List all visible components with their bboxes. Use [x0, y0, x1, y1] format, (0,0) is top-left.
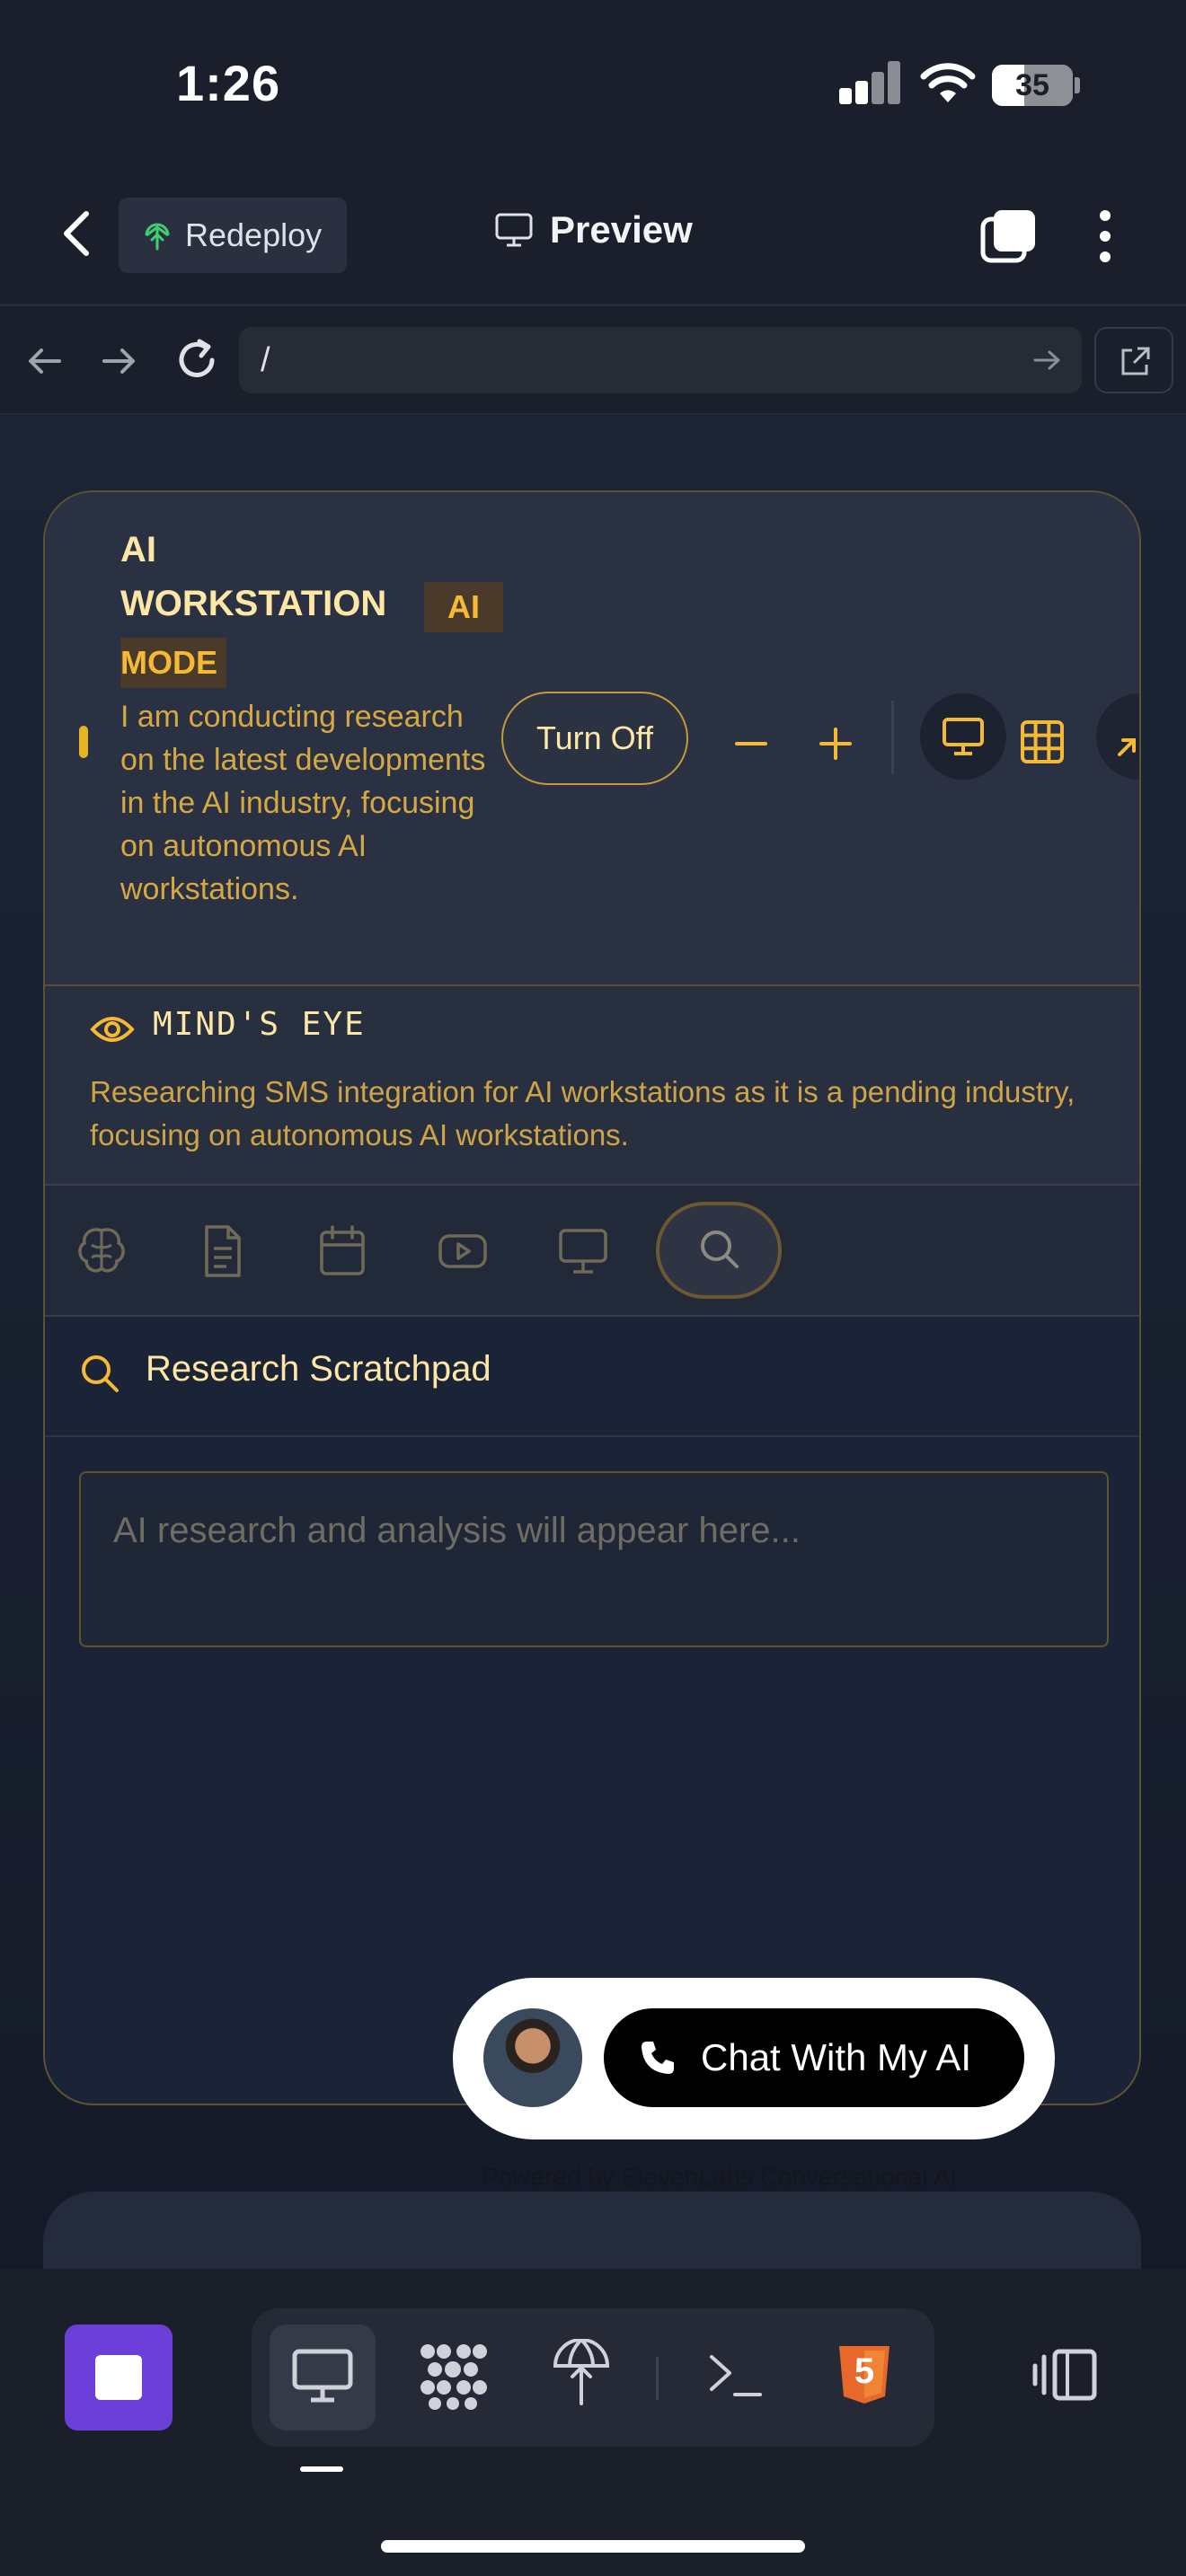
chat-with-ai-button[interactable]: Chat With My AI: [604, 2008, 1024, 2107]
avatar: [483, 2008, 582, 2107]
status-time: 1:26: [176, 55, 281, 111]
phone-icon: [642, 2042, 674, 2074]
tab-desktop[interactable]: [270, 2325, 376, 2430]
card-title-line1: AI: [120, 530, 156, 569]
scratchpad-title: Research Scratchpad: [146, 1349, 491, 1389]
section-divider: [45, 1435, 1139, 1437]
powered-by-text: Powered by ElevenLabs Conversational AI: [482, 2163, 958, 2191]
url-go-arrow-icon[interactable]: [1031, 347, 1064, 374]
html5-label: 5: [854, 2351, 875, 2391]
external-link-icon: [1121, 347, 1150, 375]
redeploy-button[interactable]: Redeploy: [119, 198, 347, 273]
browser-back-icon[interactable]: [23, 340, 66, 383]
battery-tip: [1075, 77, 1080, 93]
page-title: Preview: [494, 208, 693, 251]
reload-icon[interactable]: [173, 336, 221, 384]
mode-description: I am conducting research on the latest d…: [120, 700, 486, 906]
back-chevron-icon[interactable]: [54, 207, 99, 260]
home-indicator: [381, 2540, 805, 2553]
tabs-overview-icon[interactable]: [979, 207, 1039, 266]
header-divider: [0, 304, 1186, 306]
active-tab-indicator: [300, 2466, 343, 2472]
battery-level: 35: [1015, 68, 1049, 102]
cellular-signal-icon: [839, 61, 902, 104]
deploy-icon[interactable]: [550, 2339, 613, 2407]
tabs-divider: [656, 2357, 659, 2400]
search-icon: [82, 1355, 119, 1392]
eye-icon: [90, 1017, 135, 1042]
redeploy-icon: [145, 223, 170, 251]
plus-icon[interactable]: [810, 719, 861, 769]
more-vertical-icon[interactable]: [1087, 207, 1123, 266]
minus-icon[interactable]: [726, 719, 776, 769]
chat-button-label: Chat With My AI: [701, 2036, 972, 2078]
open-external-button[interactable]: [1094, 327, 1173, 393]
desktop-view-button[interactable]: [920, 693, 1006, 780]
page-title-text: Preview: [550, 208, 693, 251]
youtube-icon[interactable]: [433, 1222, 492, 1281]
document-icon[interactable]: [192, 1222, 252, 1281]
grid-icon[interactable]: [1017, 717, 1067, 767]
stop-icon: [95, 2355, 142, 2400]
split-view-icon[interactable]: [1031, 2346, 1100, 2404]
card-title-line2: WORKSTATION: [120, 584, 387, 623]
desktop-icon: [292, 2349, 353, 2403]
monitor-icon[interactable]: [553, 1222, 613, 1281]
scratchpad-textarea[interactable]: [79, 1471, 1109, 1647]
search-tool-button[interactable]: [656, 1202, 782, 1299]
monitor-icon: [495, 213, 533, 247]
url-text: /: [261, 341, 270, 379]
minimize-arrows-icon: [1118, 738, 1136, 756]
scratchpad-placeholder: AI research and analysis will appear her…: [113, 1511, 801, 1550]
turn-off-label: Turn Off: [535, 719, 654, 756]
wifi-icon: [920, 63, 976, 102]
calendar-icon[interactable]: [313, 1222, 372, 1281]
browser-forward-icon[interactable]: [97, 340, 140, 383]
section-divider: [45, 1315, 1139, 1317]
status-indicator: [79, 726, 88, 758]
html5-icon[interactable]: 5: [837, 2344, 891, 2405]
controls-divider: [891, 701, 894, 774]
dots-cluster-icon[interactable]: [417, 2341, 489, 2413]
ai-workstation-card: AI WORKSTATION AI MODE I am conducting r…: [43, 490, 1141, 2105]
search-icon: [701, 1231, 739, 1268]
minds-eye-title: MIND'S EYE: [153, 1006, 366, 1043]
redeploy-label: Redeploy: [185, 216, 323, 253]
url-input[interactable]: [239, 327, 1082, 393]
turn-off-button[interactable]: Turn Off: [501, 692, 688, 785]
battery-icon: 35: [992, 65, 1073, 106]
monitor-icon: [943, 718, 984, 755]
brain-icon[interactable]: [72, 1222, 131, 1281]
terminal-icon[interactable]: [706, 2350, 764, 2400]
ai-mode-badge-cont: MODE: [120, 638, 226, 688]
minds-eye-text: Researching SMS integration for AI works…: [90, 1075, 1075, 1151]
ai-mode-badge: AI: [424, 582, 503, 632]
